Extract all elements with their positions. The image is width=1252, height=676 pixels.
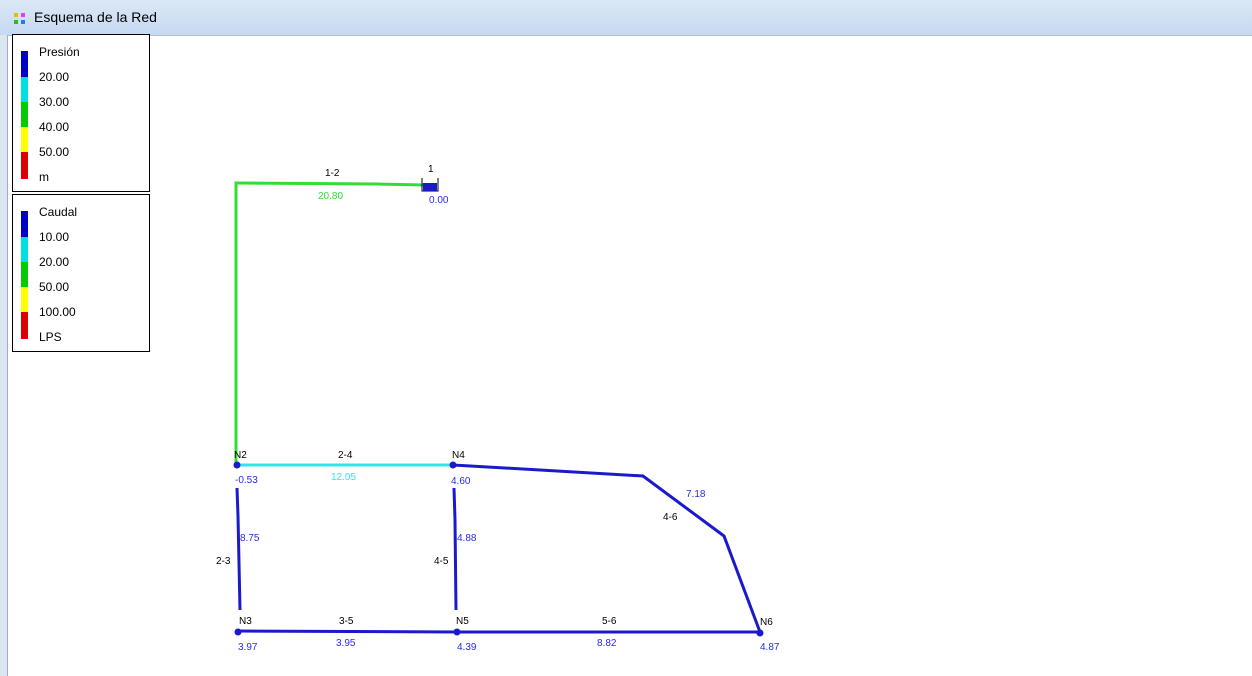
node-value-label: 0.00 — [429, 195, 449, 206]
node-n2[interactable] — [233, 461, 241, 469]
pipe-id-label: 4-6 — [663, 512, 678, 523]
pipe-1-2[interactable] — [234, 181, 425, 187]
node-value-label: 4.60 — [451, 476, 471, 487]
pressure-label: 50.00 — [39, 145, 70, 159]
node-id-label: 1 — [428, 164, 434, 175]
flow-unit: LPS — [39, 330, 62, 344]
flow-color-0 — [21, 211, 28, 237]
flow-label: 50.00 — [39, 280, 70, 294]
flow-label: 20.00 — [39, 255, 70, 269]
pressure-legend-title: Presión — [39, 45, 80, 59]
node-id-label: N2 — [234, 450, 247, 461]
pipe-flow-label: 4.88 — [457, 533, 477, 544]
node-n5[interactable] — [453, 628, 461, 636]
pipe-flow-label: 3.95 — [336, 638, 356, 649]
node-value-label: 4.87 — [760, 642, 780, 653]
node-value-label: -0.53 — [235, 475, 258, 486]
pipe-id-label: 2-4 — [338, 450, 353, 461]
pressure-label: 40.00 — [39, 120, 70, 134]
flow-color-1 — [21, 237, 28, 262]
pressure-label: 20.00 — [39, 70, 70, 84]
flow-legend-title: Caudal — [39, 205, 78, 219]
pressure-legend[interactable]: Presión 20.00 30.00 40.00 50.00 m — [12, 34, 150, 192]
pipe-4-6[interactable] — [452, 463, 762, 633]
node-n3[interactable] — [234, 628, 242, 636]
pressure-color-1 — [21, 77, 28, 102]
pipe-id-label: 1-2 — [325, 168, 340, 179]
pipe-flow-label: 7.18 — [686, 489, 706, 500]
pipe-id-label: 4-5 — [434, 556, 449, 567]
network-map[interactable]: 1 N2 N3 N4 N5 N6 0.00 -0.53 3.97 4.60 4.… — [0, 0, 1252, 676]
flow-color-2 — [21, 262, 28, 287]
node-value-label: 3.97 — [238, 642, 258, 653]
pressure-color-3 — [21, 127, 28, 152]
node-value-label: 4.39 — [457, 642, 477, 653]
flow-label: 10.00 — [39, 230, 70, 244]
pressure-label: 30.00 — [39, 95, 70, 109]
pressure-color-0 — [21, 51, 28, 77]
pipe-2-3[interactable] — [235, 487, 242, 611]
pipe-3-5[interactable] — [237, 629, 458, 634]
node-n4[interactable] — [449, 461, 457, 469]
pipe-flow-label: 8.75 — [240, 533, 260, 544]
flow-label: 100.00 — [39, 305, 76, 319]
pressure-unit: m — [39, 170, 49, 184]
pipe-id-label: 5-6 — [602, 616, 617, 627]
reservoir-1[interactable] — [421, 178, 439, 192]
node-n6[interactable] — [756, 629, 764, 637]
pipe-flow-label: 8.82 — [597, 638, 617, 649]
flow-legend[interactable]: Caudal 10.00 20.00 50.00 100.00 LPS — [12, 194, 150, 352]
network-app-icon — [14, 13, 25, 24]
title-bar[interactable]: Esquema de la Red — [0, 0, 1252, 36]
flow-color-4 — [21, 312, 28, 339]
flow-color-3 — [21, 287, 28, 312]
window-left-edge — [0, 35, 8, 676]
pressure-color-2 — [21, 102, 28, 127]
pipe-4-5[interactable] — [452, 487, 458, 611]
node-id-label: N6 — [760, 617, 773, 628]
pipe-id-label: 2-3 — [216, 556, 231, 567]
pipe-flow-label: 12.05 — [331, 472, 356, 483]
pipe-flow-label: 20.80 — [318, 191, 343, 202]
pipe-id-label: 3-5 — [339, 616, 354, 627]
node-id-label: N4 — [452, 450, 465, 461]
node-id-label: N5 — [456, 616, 469, 627]
node-id-label: N3 — [239, 616, 252, 627]
pressure-color-4 — [21, 152, 28, 179]
window-title: Esquema de la Red — [34, 9, 157, 25]
